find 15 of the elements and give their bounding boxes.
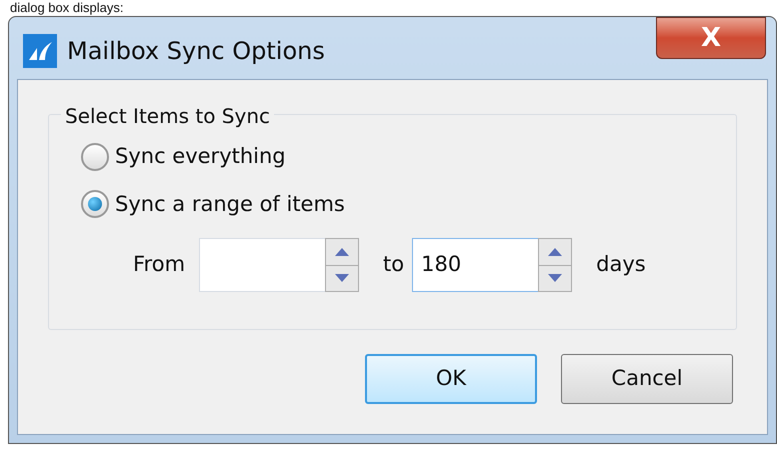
window-title: Mailbox Sync Options [67,36,325,67]
caption-text: dialog box displays: [10,0,124,16]
radio-button[interactable] [81,190,109,218]
number-field[interactable]: 180 [412,238,538,292]
app-logo-icon [23,34,57,68]
close-button[interactable]: X [656,17,766,59]
from-label: From [133,251,186,278]
dialog-button[interactable]: Cancel [561,354,733,404]
dialog-button[interactable]: OK [365,354,537,404]
to-label: to [383,251,404,278]
radio-button[interactable] [81,142,109,171]
radio-option[interactable]: Sync everything [81,141,286,172]
unit-label: days [596,251,646,278]
radio-option[interactable]: Sync a range of items [81,188,345,220]
number-field[interactable] [199,238,326,292]
